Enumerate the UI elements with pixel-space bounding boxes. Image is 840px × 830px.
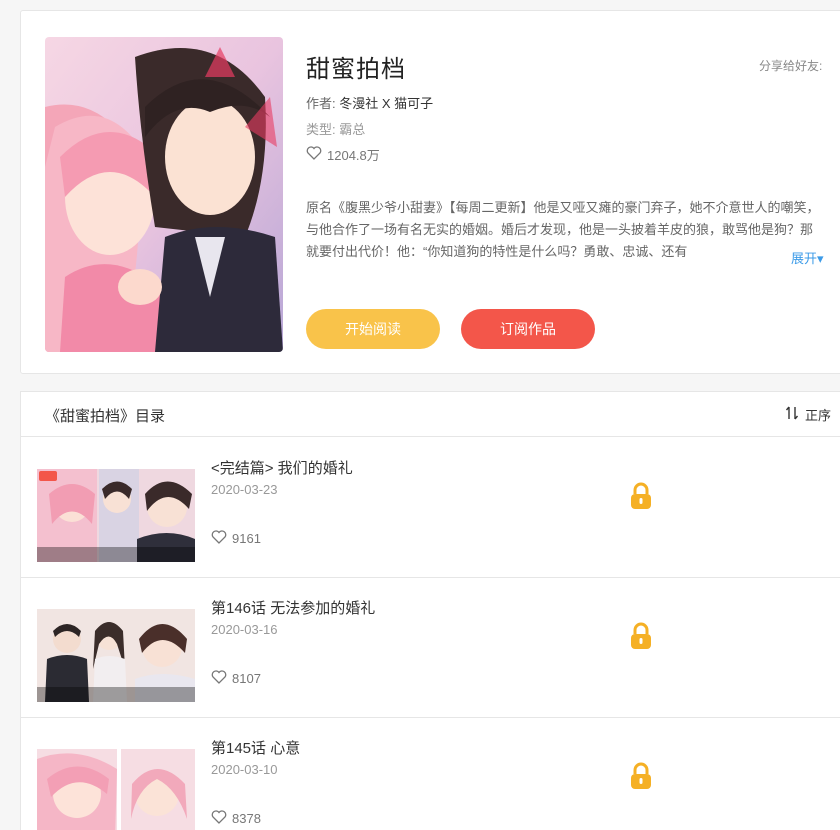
chapter-date: 2020-03-16 — [211, 622, 278, 637]
triangle-down-icon: ▾ — [817, 251, 824, 266]
chapter-list-title: 《甜蜜拍档》目录 — [45, 408, 166, 425]
chapter-title[interactable]: <完结篇> 我们的婚礼 — [211, 457, 353, 478]
comic-description: 原名《腹黑少爷小甜妻》【每周二更新】他是又哑又瘫的豪门弃子，她不介意世人的嘲笑，… — [306, 200, 820, 259]
watermark-tag: WXCHA — [768, 770, 816, 783]
expand-button[interactable]: 展开▾ — [787, 248, 824, 267]
chapter-date: 2020-03-10 — [211, 762, 278, 777]
comic-cover-image[interactable] — [45, 37, 283, 352]
start-reading-button[interactable]: 开始阅读 — [306, 309, 440, 349]
chapter-list-header: 《甜蜜拍档》目录 正序 — [21, 392, 840, 437]
watermark-domain: .com — [770, 790, 801, 806]
author-row: 作者: 冬漫社 X 猫可子 — [306, 93, 433, 112]
chapter-title[interactable]: 第145话 心意 — [211, 737, 300, 758]
chapter-likes: 8378 — [211, 810, 261, 827]
chapter-likes: 8107 — [211, 670, 261, 687]
watermark-logo: 微茶 — [676, 773, 753, 814]
chapter-date: 2020-03-23 — [211, 482, 278, 497]
sort-toggle[interactable]: 正序 — [785, 405, 831, 424]
heart-icon[interactable] — [306, 146, 322, 163]
chapter-likes-count: 8107 — [232, 671, 261, 686]
type-label: 类型: — [306, 122, 336, 137]
chapter-thumbnail[interactable] — [37, 609, 195, 702]
chapter-likes-count: 9161 — [232, 531, 261, 546]
chapter-row[interactable]: 第146话 无法参加的婚礼 2020-03-16 8107 — [21, 578, 840, 718]
heart-icon[interactable] — [211, 670, 227, 687]
lock-icon — [629, 762, 653, 790]
author-value[interactable]: 冬漫社 X 猫可子 — [339, 96, 433, 111]
chapter-thumbnail[interactable] — [37, 749, 195, 830]
likes-row: 1204.8万 — [306, 145, 380, 164]
expand-label: 展开 — [791, 251, 818, 266]
sort-icon — [785, 406, 799, 423]
chapter-row[interactable]: <完结篇> 我们的婚礼 2020-03-23 9161 — [21, 438, 840, 578]
author-label: 作者: — [306, 96, 336, 111]
comic-title: 甜蜜拍档 — [306, 56, 406, 83]
lock-icon — [629, 482, 653, 510]
heart-icon[interactable] — [211, 810, 227, 827]
type-value: 霸总 — [339, 122, 366, 137]
chapter-title[interactable]: 第146话 无法参加的婚礼 — [211, 597, 375, 618]
chapter-likes: 9161 — [211, 530, 261, 547]
lock-icon — [629, 622, 653, 650]
type-row: 类型: 霸总 — [306, 119, 365, 138]
sort-label: 正序 — [805, 408, 832, 423]
share-label[interactable]: 分享给好友: — [759, 57, 822, 74]
subscribe-button[interactable]: 订阅作品 — [461, 309, 595, 349]
likes-count: 1204.8万 — [327, 148, 380, 163]
chapter-likes-count: 8378 — [232, 811, 261, 826]
comic-info-card: 甜蜜拍档 分享给好友: 作者: 冬漫社 X 猫可子 类型: 霸总 1204.8万… — [20, 10, 840, 374]
heart-icon[interactable] — [211, 530, 227, 547]
chapter-thumbnail[interactable] — [37, 469, 195, 562]
